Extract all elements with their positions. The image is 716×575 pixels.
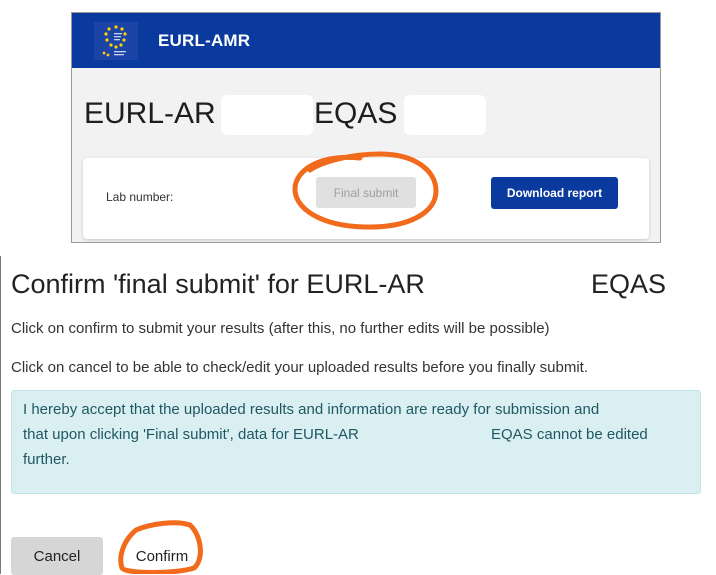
redaction-mark (221, 95, 313, 135)
acceptance-text-line2a: that upon clicking 'Final submit', data … (23, 426, 359, 443)
acceptance-text-line2b: EQAS cannot be edited (491, 426, 648, 443)
page-title-part1: EURL-AR (84, 97, 216, 130)
acceptance-text-line1: I hereby accept that the uploaded result… (23, 401, 600, 418)
dialog-title-eqas: EQAS (591, 269, 667, 299)
redaction-mark (404, 95, 486, 135)
eu-flag-logo-icon (94, 22, 138, 60)
dialog-confirm-instruction: Click on confirm to submit your results … (11, 320, 550, 337)
final-submit-button[interactable]: Final submit (316, 177, 416, 208)
acceptance-text-line3: further. (23, 451, 70, 468)
confirm-button[interactable]: Confirm (125, 537, 199, 575)
acceptance-notice: I hereby accept that the uploaded result… (11, 390, 701, 494)
app-header: EURL-AMR (72, 13, 660, 68)
submission-card: Lab number: Final submit Download report (83, 158, 649, 239)
app-window: EURL-AMR EURL-AR EQAS Lab number: Final … (71, 12, 661, 243)
confirm-dialog: Confirm 'final submit' for EURL-AR EQAS … (0, 256, 716, 575)
page-title: EURL-AR EQAS (84, 95, 644, 135)
download-report-button[interactable]: Download report (491, 177, 618, 209)
dialog-title: Confirm 'final submit' for EURL-AR (11, 269, 425, 299)
app-brand-title: EURL-AMR (158, 31, 251, 50)
lab-number-label: Lab number: (106, 190, 174, 204)
dialog-cancel-instruction: Click on cancel to be able to check/edit… (11, 359, 588, 376)
page-title-part2: EQAS (314, 97, 398, 130)
cancel-button[interactable]: Cancel (11, 537, 103, 575)
